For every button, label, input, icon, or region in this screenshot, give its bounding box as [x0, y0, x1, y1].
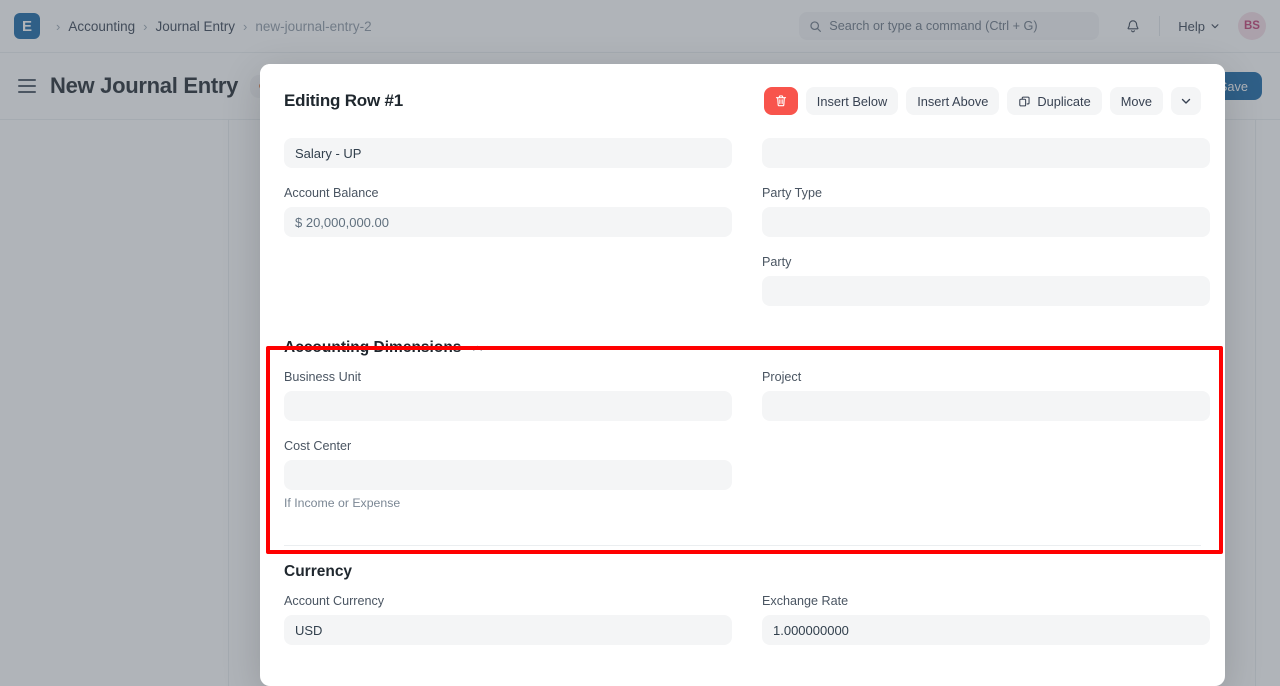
party-type-field: Party Type [762, 185, 1210, 237]
project-field: Project [762, 369, 1210, 421]
exchange-rate-label: Exchange Rate [762, 594, 849, 608]
top-fields-right-column: Party Type Party [762, 138, 1210, 323]
account-balance-field: Account Balance $ 20,000,000.00 [284, 185, 732, 237]
party-input[interactable] [762, 276, 1210, 306]
trash-icon [774, 94, 788, 108]
dialog-header: Editing Row #1 Insert Below Insert Above [260, 64, 1225, 138]
cost-center-label: Cost Center [284, 439, 352, 453]
section-divider [284, 545, 1201, 546]
duplicate-label: Duplicate [1037, 93, 1091, 109]
account-balance-input[interactable]: $ 20,000,000.00 [284, 207, 732, 237]
business-unit-field: Business Unit [284, 369, 732, 421]
currency-left-column: Account Currency USD [284, 593, 732, 662]
exchange-rate-input[interactable]: 1.000000000 [762, 615, 1210, 645]
currency-header[interactable]: Currency [284, 563, 1201, 581]
dialog-toolbar: Insert Below Insert Above Duplicate Move [763, 87, 1201, 115]
right-top-field [762, 138, 1210, 168]
account-currency-input[interactable]: USD [284, 615, 732, 645]
edit-row-dialog: Editing Row #1 Insert Below Insert Above [260, 64, 1225, 686]
dialog-title: Editing Row #1 [284, 91, 404, 110]
accounting-dimensions-header[interactable]: Accounting Dimensions [284, 339, 1201, 357]
currency-grid: Account Currency USD Exchange Rate 1.000… [284, 593, 1210, 662]
insert-below-button[interactable]: Insert Below [805, 87, 899, 115]
cost-center-input[interactable] [284, 460, 732, 490]
party-type-input[interactable] [762, 207, 1210, 237]
party-label: Party [762, 255, 792, 269]
dialog-body: Salary - UP Account Balance $ 20,000,000… [260, 138, 1225, 662]
top-fields-left-column: Salary - UP Account Balance $ 20,000,000… [284, 138, 732, 323]
duplicate-button[interactable]: Duplicate [1007, 87, 1102, 115]
account-input[interactable]: Salary - UP [284, 138, 732, 168]
currency-title: Currency [284, 563, 353, 580]
business-unit-label: Business Unit [284, 370, 361, 384]
project-input[interactable] [762, 391, 1210, 421]
project-label: Project [762, 370, 802, 384]
delete-row-button[interactable] [763, 87, 798, 115]
account-currency-field: Account Currency USD [284, 593, 732, 645]
chevron-down-icon [1180, 95, 1192, 107]
currency-right-column: Exchange Rate 1.000000000 [762, 593, 1210, 662]
dimensions-left-column: Business Unit Cost Center If Income or E… [284, 369, 732, 527]
party-type-label: Party Type [762, 186, 822, 200]
insert-above-button[interactable]: Insert Above [906, 87, 1000, 115]
party-field: Party [762, 254, 1210, 306]
chevron-up-icon[interactable] [471, 342, 484, 355]
currency-section: Currency Account Currency USD Exchange R… [284, 563, 1210, 662]
accounting-dimensions-grid: Business Unit Cost Center If Income or E… [284, 369, 1210, 527]
account-field: Salary - UP [284, 138, 732, 168]
business-unit-input[interactable] [284, 391, 732, 421]
right-top-input[interactable] [762, 138, 1210, 168]
accounting-dimensions-section: Accounting Dimensions Business Unit Cost… [284, 339, 1210, 527]
accounting-dimensions-title: Accounting Dimensions [284, 339, 462, 356]
account-currency-label: Account Currency [284, 594, 385, 608]
account-balance-label: Account Balance [284, 186, 379, 200]
exchange-rate-field: Exchange Rate 1.000000000 [762, 593, 1210, 645]
cost-center-field: Cost Center If Income or Expense [284, 438, 732, 510]
more-options-button[interactable] [1171, 87, 1201, 115]
cost-center-help-text: If Income or Expense [284, 496, 401, 510]
copy-icon [1018, 95, 1031, 108]
move-button[interactable]: Move [1109, 87, 1163, 115]
dimensions-right-column: Project [762, 369, 1210, 527]
top-fields-grid: Salary - UP Account Balance $ 20,000,000… [284, 138, 1210, 323]
